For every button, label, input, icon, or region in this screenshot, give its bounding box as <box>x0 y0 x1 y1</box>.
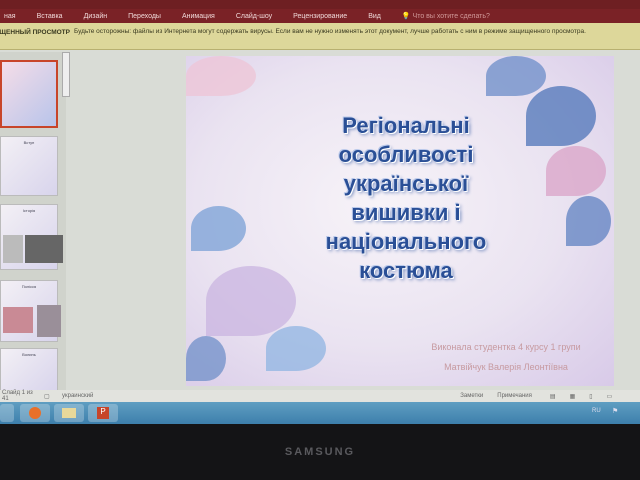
decorative-flower <box>546 146 606 196</box>
slide-sorter-icon[interactable]: ▦ <box>570 393 576 400</box>
comments-button[interactable]: Примечания <box>497 393 532 399</box>
slide-title[interactable]: Регіональні особливості української виши… <box>286 111 526 285</box>
slide-thumbnails-pane: Вступ Історія Полісся Волинь <box>0 52 66 392</box>
reading-view-icon[interactable]: ▯ <box>589 393 592 400</box>
tab-review[interactable]: Рецензирование <box>293 13 347 20</box>
decorative-flower <box>486 56 546 96</box>
ribbon-tabs: ная Вставка Дизайн Переходы Анимация Сла… <box>0 9 640 23</box>
tab-animations[interactable]: Анимация <box>182 13 215 20</box>
tell-me-input[interactable]: 💡 Что вы хотите сделать? <box>402 12 490 20</box>
protected-view-bar: ЗАЩИЩЕННЫЙ ПРОСМОТР Будьте осторожны: фа… <box>0 23 640 50</box>
author-line-2[interactable]: Матвійчук Валерія Леонтіївна <box>396 362 614 372</box>
thumbnail-slide-3[interactable]: Історія <box>0 204 63 270</box>
thumbnail-photo <box>3 307 33 333</box>
status-bar: Слайд 1 из 41 ▢ украинский Заметки Приме… <box>0 390 640 402</box>
decorative-flower <box>186 56 256 96</box>
decorative-flower <box>191 206 246 251</box>
tab-slideshow[interactable]: Слайд-шоу <box>236 13 272 20</box>
tab-home[interactable]: ная <box>4 13 16 20</box>
language-tray[interactable]: RU <box>592 408 601 414</box>
powerpoint-icon[interactable]: P <box>88 404 118 422</box>
decorative-flower <box>566 196 611 246</box>
thumbnail-slide-5[interactable]: Волинь <box>0 348 58 392</box>
taskbar: P RU ⚑ <box>0 402 640 424</box>
slide-canvas: Регіональні особливості української виши… <box>186 56 614 386</box>
notes-button[interactable]: Заметки <box>460 393 483 399</box>
flag-tray-icon[interactable]: ⚑ <box>612 407 618 415</box>
slide-counter: Слайд 1 из 41 <box>2 390 33 402</box>
thumbnail-slide-2[interactable]: Вступ <box>0 136 58 196</box>
normal-view-icon[interactable]: ▤ <box>550 393 556 400</box>
author-line-1[interactable]: Виконала студентка 4 курсу 1 групи <box>396 342 614 352</box>
protected-view-message: Будьте осторожны: файлы из Интернета мог… <box>74 28 586 35</box>
tab-transitions[interactable]: Переходы <box>128 13 161 20</box>
thumbnails-scrollbar[interactable] <box>62 52 70 97</box>
lightbulb-icon: 💡 <box>401 13 411 20</box>
decorative-flower <box>526 86 596 146</box>
thumbnail-photo <box>3 235 23 263</box>
decorative-flower <box>186 336 226 381</box>
slideshow-icon[interactable]: ▭ <box>607 393 613 400</box>
thumbnail-slide-4[interactable]: Полісся <box>0 280 61 342</box>
thumbnail-slide-1[interactable] <box>0 60 58 128</box>
thumbnail-photo <box>37 305 61 337</box>
thumbnail-photo <box>25 235 63 263</box>
title-bar <box>0 0 640 9</box>
file-explorer-icon[interactable] <box>54 404 84 422</box>
decorative-flower <box>266 326 326 371</box>
tab-view[interactable]: Вид <box>368 13 381 20</box>
laptop-brand-logo: SAMSUNG <box>284 446 356 458</box>
spellcheck-icon[interactable]: ▢ <box>44 393 54 400</box>
tab-insert[interactable]: Вставка <box>37 13 63 20</box>
tab-design[interactable]: Дизайн <box>84 13 108 20</box>
start-button[interactable] <box>0 404 14 422</box>
firefox-icon[interactable] <box>20 404 50 422</box>
language-indicator[interactable]: украинский <box>62 393 93 399</box>
protected-view-label: ЗАЩИЩЕННЫЙ ПРОСМОТР <box>0 29 70 36</box>
decorative-flower <box>206 266 296 336</box>
